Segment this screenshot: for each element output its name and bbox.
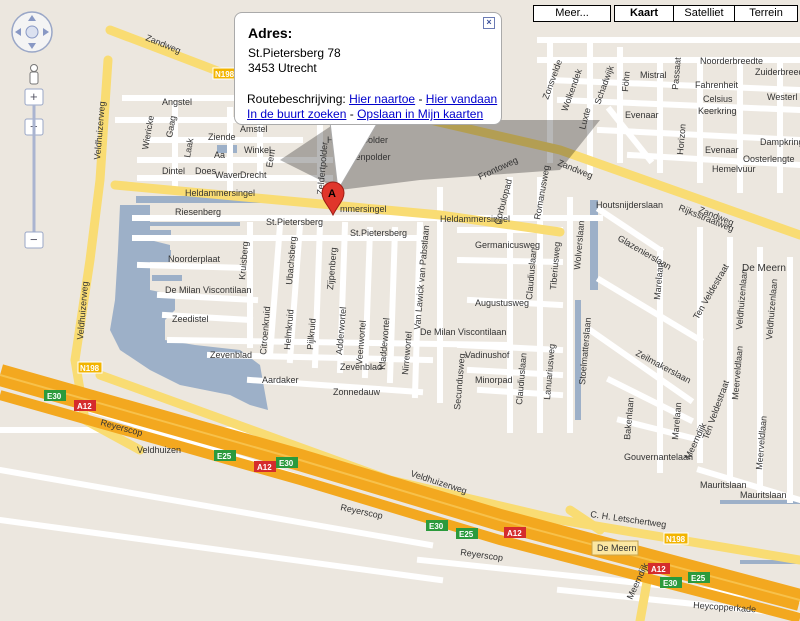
info-address: St.Pietersberg 78 3453 Utrecht bbox=[248, 46, 341, 76]
shield-e30-2: E30 bbox=[276, 457, 298, 468]
marker-letter: A bbox=[328, 188, 336, 200]
pegman-icon[interactable] bbox=[29, 64, 39, 85]
map-type-group: Kaart Satelliet Terrein bbox=[614, 5, 798, 22]
label-hemelvuur: Hemelvuur bbox=[712, 164, 756, 174]
label-stpietersberg-2: St.Pietersberg bbox=[350, 228, 407, 238]
link-from-here[interactable]: Hier vandaan bbox=[426, 92, 497, 106]
label-vadinushof: Vadinushof bbox=[465, 350, 510, 360]
label-aa: Aa bbox=[214, 150, 225, 160]
label-demilan-2: De Milan Viscontilaan bbox=[420, 327, 506, 337]
info-title: Adres: bbox=[248, 25, 293, 41]
map-type-bar: Meer... Kaart Satelliet Terrein bbox=[529, 5, 798, 22]
label-drecht: Drecht bbox=[240, 170, 267, 180]
separator-2: - bbox=[349, 107, 354, 121]
svg-text:E30: E30 bbox=[47, 392, 62, 401]
de-meern-badge-text: De Meern bbox=[597, 543, 637, 553]
label-de-meern: De Meern bbox=[742, 263, 786, 274]
svg-text:N198: N198 bbox=[215, 70, 235, 79]
label-oosterlengte: Oosterlengte bbox=[743, 154, 795, 164]
label-dintel: Dintel bbox=[162, 166, 185, 176]
svg-text:E30: E30 bbox=[429, 522, 444, 531]
shield-a12-3: A12 bbox=[504, 527, 526, 538]
label-augustusweg: Augustusweg bbox=[475, 298, 529, 308]
map-type-terrein[interactable]: Terrein bbox=[734, 5, 798, 22]
label-zuiderbreedte: Zuiderbreedte bbox=[755, 67, 800, 77]
label-mistral: Mistral bbox=[640, 70, 667, 80]
close-icon[interactable]: × bbox=[483, 17, 495, 29]
svg-text:E25: E25 bbox=[459, 530, 474, 539]
shield-n198-mid: N198 bbox=[77, 361, 103, 374]
svg-text:A12: A12 bbox=[507, 529, 522, 538]
map-canvas[interactable]: Zandweg Veldhuizerweg Veldhuizerweg Veld… bbox=[0, 0, 800, 621]
zoom-out-icon: − bbox=[30, 232, 38, 247]
more-button[interactable]: Meer... bbox=[533, 5, 611, 22]
shield-e25-1: E25 bbox=[214, 450, 236, 461]
label-evenaar: Evenaar bbox=[625, 110, 659, 120]
label-aardaker: Aardaker bbox=[262, 375, 299, 385]
route-links: Routebeschrijving: Hier naartoe - Hier v… bbox=[247, 92, 497, 122]
label-westerl: Westerl bbox=[767, 92, 797, 102]
label-amstel: Amstel bbox=[240, 124, 268, 134]
label-angstel: Angstel bbox=[162, 97, 192, 107]
label-fahrenheit: Fahrenheit bbox=[695, 80, 739, 90]
shield-n198-right: N198 bbox=[663, 532, 689, 545]
label-veldhuizen: Veldhuizen bbox=[137, 445, 181, 455]
map-type-satelliet[interactable]: Satelliet bbox=[673, 5, 735, 22]
route-label: Routebeschrijving: bbox=[247, 92, 346, 106]
svg-text:A12: A12 bbox=[257, 463, 272, 472]
address-line-1: St.Pietersberg 78 bbox=[248, 46, 341, 60]
info-window: × Adres: St.Pietersberg 78 3453 Utrecht … bbox=[234, 12, 502, 125]
label-evenaar-2: Evenaar bbox=[705, 145, 739, 155]
label-zeedistel: Zeedistel bbox=[172, 314, 209, 324]
svg-text:E30: E30 bbox=[663, 579, 678, 588]
shield-a12-2: A12 bbox=[254, 461, 276, 472]
shield-e30-3: E30 bbox=[426, 520, 448, 531]
label-ziende: Ziende bbox=[208, 132, 236, 142]
label-stpietersberg: St.Pietersberg bbox=[266, 217, 323, 227]
shield-e25-2: E25 bbox=[456, 528, 478, 539]
label-houtsnijderslaan: Houtsnijderslaan bbox=[596, 200, 663, 210]
zoom-control[interactable]: + − − bbox=[24, 62, 44, 252]
label-mauritslaan-2: Mauritslaan bbox=[740, 490, 787, 500]
shield-a12-1: A12 bbox=[74, 400, 96, 411]
label-demilan: De Milan Viscontilaan bbox=[165, 285, 251, 295]
hand-icon[interactable] bbox=[25, 25, 39, 39]
label-celsius: Celsius bbox=[703, 94, 733, 104]
label-heldammersingel: Heldammersingel bbox=[185, 188, 255, 198]
svg-text:A12: A12 bbox=[77, 402, 92, 411]
link-nearby-search[interactable]: In de buurt zoeken bbox=[247, 107, 346, 121]
svg-text:A12: A12 bbox=[651, 565, 666, 574]
label-keerkring: Keerkring bbox=[698, 106, 737, 116]
label-waver: Waver bbox=[215, 170, 241, 180]
label-riesenberg: Riesenberg bbox=[175, 207, 221, 217]
shield-e25-3: E25 bbox=[688, 572, 710, 583]
label-dampkring: Dampkring bbox=[760, 137, 800, 147]
label-minorpad: Minorpad bbox=[475, 375, 513, 385]
zoom-in-icon: + bbox=[30, 89, 38, 104]
map-type-kaart[interactable]: Kaart bbox=[614, 5, 674, 22]
label-does: Does bbox=[195, 166, 217, 176]
svg-text:E25: E25 bbox=[691, 574, 706, 583]
shield-e30-4: E30 bbox=[660, 577, 682, 588]
pan-control[interactable] bbox=[10, 10, 54, 54]
label-zevenblad: Zevenblad bbox=[210, 350, 252, 360]
shield-a12-4: A12 bbox=[648, 563, 670, 574]
svg-text:N198: N198 bbox=[80, 364, 100, 373]
shield-e30-1: E30 bbox=[44, 390, 66, 401]
label-noorderbreedte: Noorderbreedte bbox=[700, 56, 763, 66]
link-save-my-maps[interactable]: Opslaan in Mijn kaarten bbox=[357, 107, 483, 121]
svg-text:E30: E30 bbox=[279, 459, 294, 468]
address-line-2: 3453 Utrecht bbox=[248, 61, 317, 75]
separator: - bbox=[418, 92, 423, 106]
label-fohn: Föhn bbox=[620, 71, 632, 92]
link-to-here[interactable]: Hier naartoe bbox=[349, 92, 415, 106]
label-noorderplaat: Noorderplaat bbox=[168, 254, 221, 264]
svg-text:E25: E25 bbox=[217, 452, 232, 461]
label-zevenblad-2: Zevenblad bbox=[340, 362, 382, 372]
label-mauritslaan: Mauritslaan bbox=[700, 480, 747, 490]
label-zonnedauw: Zonnedauw bbox=[333, 387, 381, 397]
label-heldammersingel-2: mmersingel bbox=[340, 204, 387, 214]
svg-text:N198: N198 bbox=[666, 535, 686, 544]
